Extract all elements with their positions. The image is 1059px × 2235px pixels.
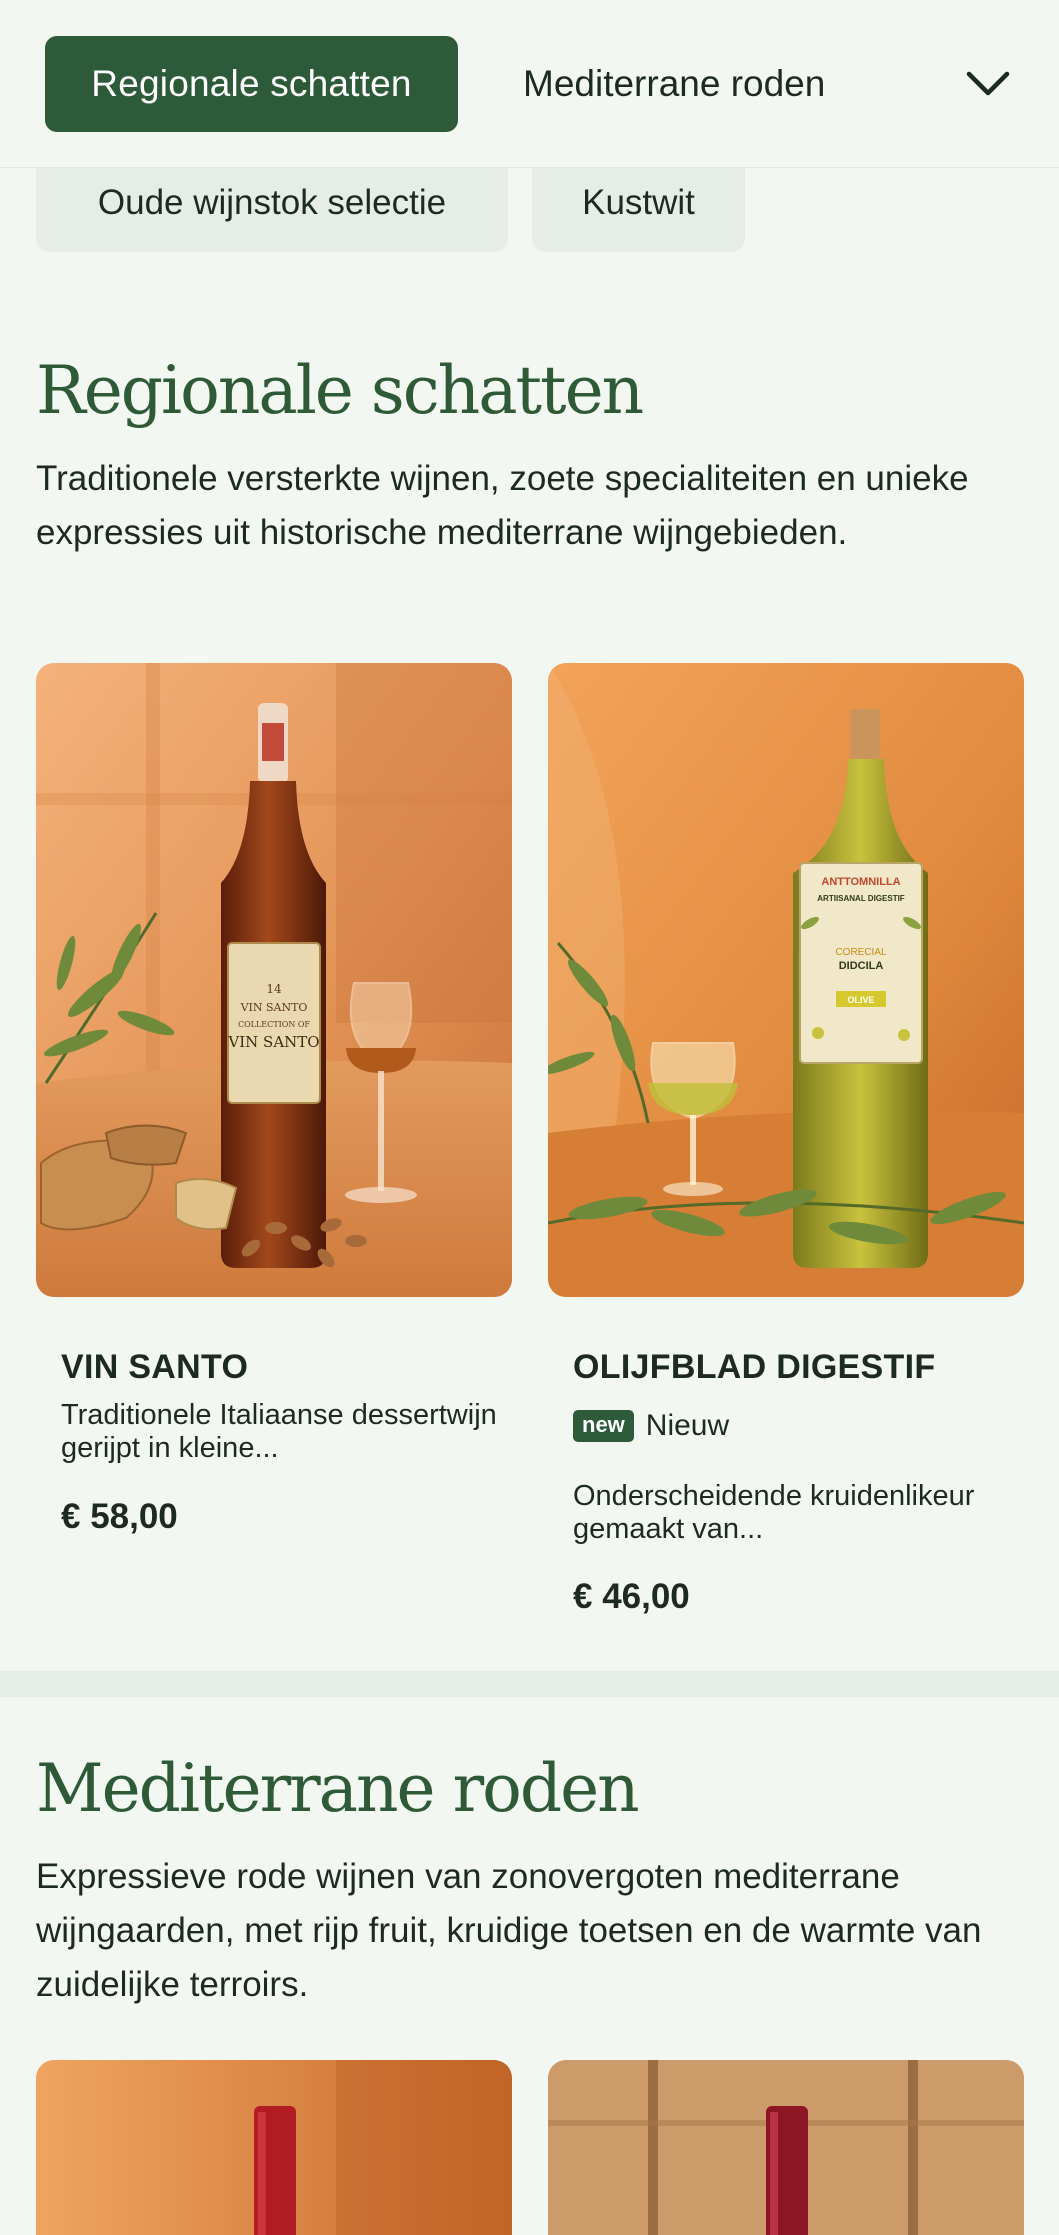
svg-text:ARTIISANAL DIGESTIF: ARTIISANAL DIGESTIF — [817, 894, 905, 903]
product-card-olijfblad-digestif[interactable]: ANTTOMNILLA ARTIISANAL DIGESTIF CORECIAL… — [548, 663, 1024, 1643]
category-tab-regionale-schatten[interactable]: Regionale schatten — [45, 36, 458, 132]
product-image-red-wine-1[interactable] — [36, 2060, 512, 2235]
category-nav: Regionale schatten Mediterrane roden — [0, 0, 1059, 168]
new-badge-label: Nieuw — [645, 1409, 730, 1442]
svg-text:OLIVE: OLIVE — [847, 995, 874, 1005]
product-name[interactable]: VIN SANTO — [61, 1348, 248, 1387]
svg-text:DIDCILA: DIDCILA — [839, 960, 884, 972]
product-description: Onderscheidende kruidenlikeur gemaakt va… — [573, 1480, 975, 1545]
product-name[interactable]: OLIJFBLAD DIGESTIF — [573, 1348, 935, 1387]
svg-text:VIN SANTO: VIN SANTO — [240, 1001, 308, 1014]
new-badge-row: new Nieuw — [573, 1409, 729, 1443]
section-title: Mediterrane roden — [36, 1750, 640, 1827]
section-divider — [0, 1671, 1059, 1697]
product-image-vin-santo[interactable]: 14 VIN SANTO COLLECTION OF VIN SANTO — [36, 663, 512, 1297]
product-image-red-wine-2[interactable] — [548, 2060, 1024, 2235]
expand-categories-button[interactable] — [955, 54, 1021, 114]
product-card-vin-santo[interactable]: 14 VIN SANTO COLLECTION OF VIN SANTO VIN… — [36, 663, 512, 1563]
chevron-down-icon — [966, 71, 1010, 96]
svg-text:ANTTOMNILLA: ANTTOMNILLA — [821, 876, 900, 888]
svg-text:14: 14 — [266, 982, 282, 996]
new-badge: new — [573, 1410, 634, 1442]
category-chip-kustwit[interactable]: Kustwit — [532, 154, 745, 252]
section-description: Expressieve rode wijnen van zonovergoten… — [36, 1857, 982, 2004]
category-chip-oude-wijnstok[interactable]: Oude wijnstok selectie — [36, 154, 508, 252]
section-title: Regionale schatten — [36, 352, 644, 429]
page: Regionale schatten Mediterrane roden Oud… — [0, 0, 1059, 2235]
category-tab-mediterrane-roden[interactable]: Mediterrane roden — [505, 36, 843, 132]
section-description: Traditionele versterkte wijnen, zoete sp… — [36, 459, 969, 552]
svg-text:COLLECTION OF: COLLECTION OF — [238, 1020, 310, 1029]
product-price: € 58,00 — [61, 1497, 178, 1536]
product-price: € 46,00 — [573, 1577, 690, 1616]
svg-text:CORECIAL: CORECIAL — [835, 947, 887, 958]
product-description: Traditionele Italiaanse dessertwijn geri… — [61, 1399, 497, 1464]
svg-text:VIN SANTO: VIN SANTO — [227, 1033, 319, 1051]
product-image-olijfblad-digestif[interactable]: ANTTOMNILLA ARTIISANAL DIGESTIF CORECIAL… — [548, 663, 1024, 1297]
